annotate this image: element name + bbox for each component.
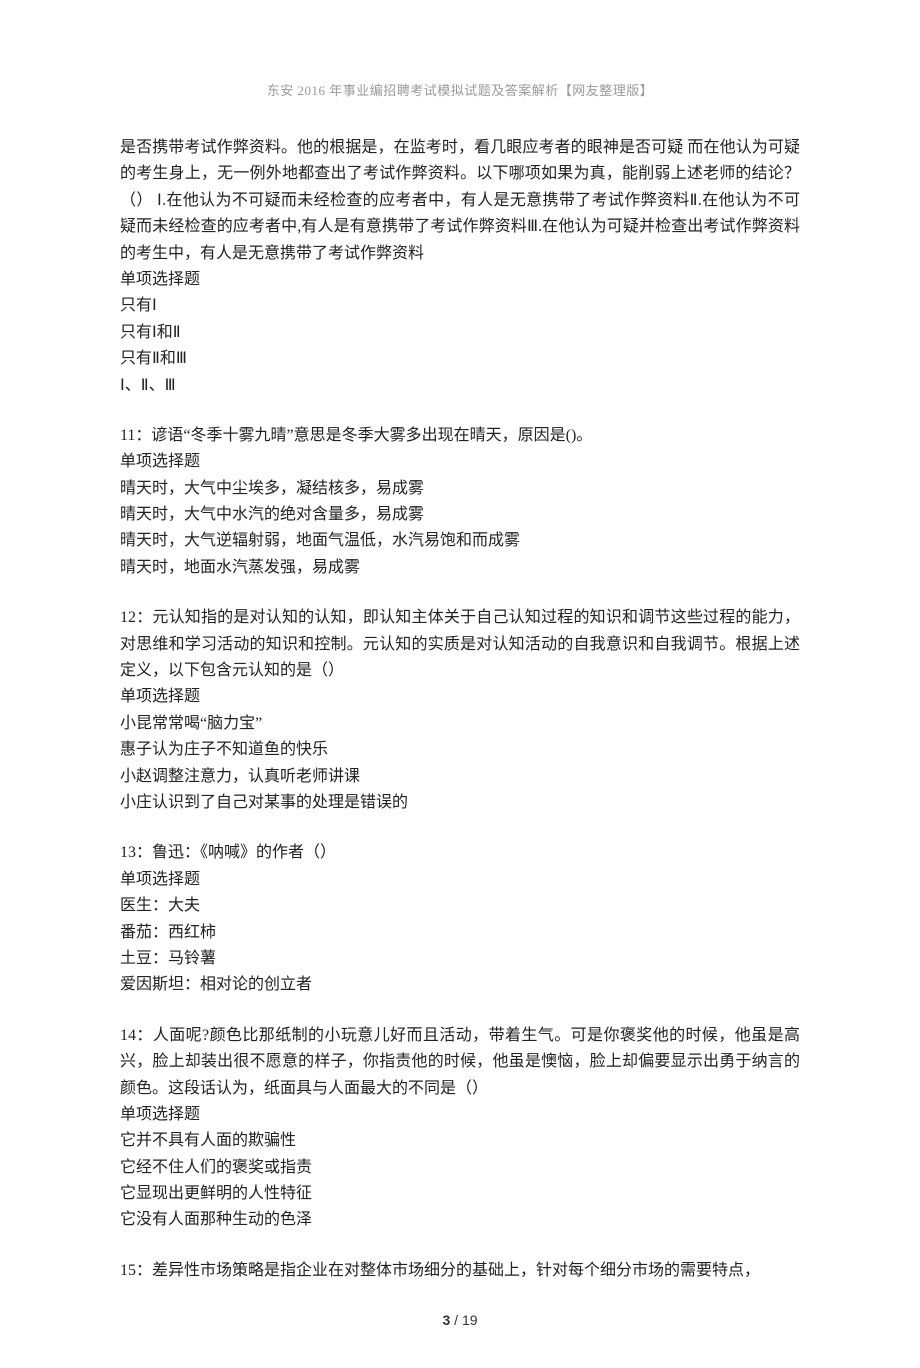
question-stem: 15：差异性市场策略是指企业在对整体市场细分的基础上，针对每个细分市场的需要特点… [120, 1258, 800, 1284]
question-type-label: 单项选择题 [120, 1102, 800, 1128]
option: 小赵调整注意力，认真听老师讲课 [120, 764, 800, 790]
question-type-label: 单项选择题 [120, 449, 800, 475]
question-12: 12：元认知指的是对认知的认知，即认知主体关于自己认知过程的知识和调节这些过程的… [120, 605, 800, 816]
question-15: 15：差异性市场策略是指企业在对整体市场细分的基础上，针对每个细分市场的需要特点… [120, 1258, 800, 1284]
option: 小庄认识到了自己对某事的处理是错误的 [120, 790, 800, 816]
page: 东安 2016 年事业编招聘考试模拟试题及答案解析【网友整理版】 是否携带考试作… [0, 0, 920, 1368]
content-body: 是否携带考试作弊资料。他的根据是，在监考时，看几眼应考者的眼神是否可疑 而在他认… [120, 135, 800, 1284]
option: 土豆：马铃薯 [120, 946, 800, 972]
question-14: 14：人面呢?颜色比那纸制的小玩意儿好而且活动，带着生气。可是你褒奖他的时候，他… [120, 1023, 800, 1234]
question-stem: 是否携带考试作弊资料。他的根据是，在监考时，看几眼应考者的眼神是否可疑 而在他认… [120, 135, 800, 267]
page-number-sep: / [450, 1312, 462, 1328]
page-number-total: 19 [462, 1312, 478, 1328]
option: 番茄：西红柿 [120, 920, 800, 946]
question-type-label: 单项选择题 [120, 867, 800, 893]
page-header: 东安 2016 年事业编招聘考试模拟试题及答案解析【网友整理版】 [120, 80, 800, 99]
question-stem: 12：元认知指的是对认知的认知，即认知主体关于自己认知过程的知识和调节这些过程的… [120, 605, 800, 684]
option: 晴天时，大气中尘埃多，凝结核多，易成雾 [120, 476, 800, 502]
option: 晴天时，地面水汽蒸发强，易成雾 [120, 555, 800, 581]
question-stem: 11：谚语“冬季十雾九晴”意思是冬季大雾多出现在晴天，原因是()。 [120, 423, 800, 449]
question-type-label: 单项选择题 [120, 267, 800, 293]
option: 它显现出更鲜明的人性特征 [120, 1181, 800, 1207]
question-type-label: 单项选择题 [120, 684, 800, 710]
option: 晴天时，大气逆辐射弱，地面气温低，水汽易饱和而成雾 [120, 528, 800, 554]
option: 只有Ⅰ和Ⅱ [120, 320, 800, 346]
question-stem: 14：人面呢?颜色比那纸制的小玩意儿好而且活动，带着生气。可是你褒奖他的时候，他… [120, 1023, 800, 1102]
page-footer: 3 / 19 [0, 1312, 920, 1328]
option: 它并不具有人面的欺骗性 [120, 1128, 800, 1154]
page-number-current: 3 [442, 1312, 450, 1328]
question-13: 13：鲁迅：《呐喊》的作者（） 单项选择题 医生：大夫 番茄：西红柿 土豆：马铃… [120, 840, 800, 998]
option: 爱因斯坦：相对论的创立者 [120, 972, 800, 998]
question-stem: 13：鲁迅：《呐喊》的作者（） [120, 840, 800, 866]
option: Ⅰ、Ⅱ、Ⅲ [120, 373, 800, 399]
option: 它没有人面那种生动的色泽 [120, 1207, 800, 1233]
option: 小昆常常喝“脑力宝” [120, 711, 800, 737]
option: 惠子认为庄子不知道鱼的快乐 [120, 737, 800, 763]
question-11: 11：谚语“冬季十雾九晴”意思是冬季大雾多出现在晴天，原因是()。 单项选择题 … [120, 423, 800, 581]
option: 只有Ⅱ和Ⅲ [120, 346, 800, 372]
question-10-continued: 是否携带考试作弊资料。他的根据是，在监考时，看几眼应考者的眼神是否可疑 而在他认… [120, 135, 800, 399]
option: 医生：大夫 [120, 893, 800, 919]
option: 它经不住人们的褒奖或指责 [120, 1155, 800, 1181]
option: 晴天时，大气中水汽的绝对含量多，易成雾 [120, 502, 800, 528]
option: 只有Ⅰ [120, 293, 800, 319]
